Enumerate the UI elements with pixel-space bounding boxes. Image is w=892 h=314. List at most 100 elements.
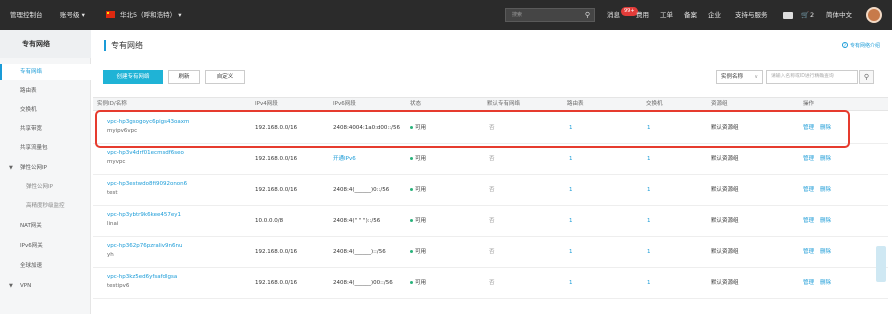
sidebar-item-vswitch[interactable]: 交换机 bbox=[0, 102, 91, 118]
vpc-id-link[interactable]: vpc-hp3kz5ed6yfsafdlgsa bbox=[107, 274, 177, 280]
column-header-default-vpc: 默认专有网络 bbox=[487, 101, 521, 107]
vswitch-count[interactable]: 1 bbox=[647, 249, 651, 256]
cart-icon[interactable]: 🛒 bbox=[801, 0, 809, 30]
customize-columns-button[interactable]: 自定义 bbox=[205, 70, 245, 84]
route-table-count[interactable]: 1 bbox=[569, 218, 573, 225]
vpc-id-link[interactable]: vpc-hp3estwdo8fi9092onon6 bbox=[107, 181, 187, 187]
table-row: vpc-hp3estwdo8fi9092onon6 test 192.168.0… bbox=[93, 175, 888, 206]
vpc-name: myvpc bbox=[107, 159, 126, 165]
search-icon[interactable]: ⚲ bbox=[859, 70, 874, 84]
vswitch-count[interactable]: 1 bbox=[647, 187, 651, 194]
billing-link[interactable]: 费用 bbox=[636, 0, 649, 30]
vswitch-count[interactable]: 1 bbox=[647, 156, 651, 163]
account-switcher[interactable]: 账号级 ▾ bbox=[60, 0, 85, 30]
sidebar-item-vpc[interactable]: 专有网络 bbox=[0, 64, 91, 80]
column-header-status: 状态 bbox=[410, 101, 422, 107]
avatar[interactable] bbox=[866, 7, 882, 23]
route-table-count[interactable]: 1 bbox=[569, 156, 573, 163]
console-home-link[interactable]: 管理控制台 bbox=[10, 0, 43, 30]
manage-link[interactable]: 管理 bbox=[803, 280, 814, 287]
global-search-input[interactable]: 搜索 ⚲ bbox=[505, 8, 595, 22]
column-header-vswitch: 交换机 bbox=[646, 101, 663, 107]
delete-link[interactable]: 删除 bbox=[820, 125, 831, 132]
status-badge: 可用 bbox=[410, 280, 426, 287]
status-badge: 可用 bbox=[410, 218, 426, 225]
sidebar-title: 专有网络 bbox=[0, 30, 91, 58]
manage-link[interactable]: 管理 bbox=[803, 187, 814, 194]
vpc-name: linai bbox=[107, 221, 119, 227]
status-badge: 可用 bbox=[410, 156, 426, 163]
table-row: vpc-hp3ybtr9k6kee457ey1 linai 10.0.0.0/8… bbox=[93, 206, 888, 237]
table-row: vpc-hp3gsogoyc6pigs43oaxm myipv6vpc 192.… bbox=[93, 113, 888, 144]
resource-group: 默认资源组 bbox=[711, 125, 739, 131]
sidebar-item-eip[interactable]: 弹性公网IP bbox=[0, 179, 91, 195]
help-link[interactable]: ? 专有网络介绍 bbox=[841, 42, 880, 49]
route-table-count[interactable]: 1 bbox=[569, 125, 573, 132]
vswitch-count[interactable]: 1 bbox=[647, 125, 651, 132]
sidebar-item-shared-bandwidth[interactable]: 共享带宽 bbox=[0, 121, 91, 137]
region-selector[interactable]: 华北5（呼和浩特） ▾ bbox=[120, 0, 181, 30]
column-header-actions: 操作 bbox=[803, 101, 815, 107]
ipv6-cidr: 2408:4(______)::/56 bbox=[333, 249, 386, 255]
sidebar-item-shared-traffic[interactable]: 共享流量包 bbox=[0, 140, 91, 156]
ipv4-cidr: 192.168.0.0/16 bbox=[255, 249, 298, 255]
default-vpc-value: 否 bbox=[489, 218, 495, 224]
manage-link[interactable]: 管理 bbox=[803, 156, 814, 163]
vpc-name: yh bbox=[107, 252, 114, 258]
main-content: 专有网络 ? 专有网络介绍 创建专有网络 刷新 自定义 实例名称 ∨ 请输入名称或I… bbox=[91, 30, 892, 314]
sidebar-item-ipv6-gateway[interactable]: IPv6网关 bbox=[0, 238, 91, 254]
delete-link[interactable]: 删除 bbox=[820, 187, 831, 194]
ipv6-cidr: 2408:4004:1a0:d00::/56 bbox=[333, 125, 400, 131]
sidebar-group-eip[interactable]: ▼ 弹性公网IP bbox=[0, 160, 91, 176]
delete-link[interactable]: 删除 bbox=[820, 218, 831, 225]
sidebar-item-monitoring[interactable]: 高精度秒级监控 bbox=[0, 198, 91, 214]
delete-link[interactable]: 删除 bbox=[820, 156, 831, 163]
delete-link[interactable]: 删除 bbox=[820, 280, 831, 287]
ipv6-cidr: 2408:4(______)0::/56 bbox=[333, 187, 390, 193]
route-table-count[interactable]: 1 bbox=[569, 280, 573, 287]
search-icon[interactable]: ⚲ bbox=[585, 9, 590, 21]
enterprise-link[interactable]: 企业 bbox=[708, 0, 721, 30]
language-switcher[interactable]: 简体中文 bbox=[826, 0, 852, 30]
ipv4-cidr: 192.168.0.0/16 bbox=[255, 187, 298, 193]
vswitch-count[interactable]: 1 bbox=[647, 280, 651, 287]
mail-icon[interactable] bbox=[783, 12, 793, 19]
vpc-id-link[interactable]: vpc-hp362p76pzraliv9n6nu bbox=[107, 243, 183, 249]
vpc-name: myipv6vpc bbox=[107, 128, 138, 134]
refresh-button[interactable]: 刷新 bbox=[168, 70, 200, 84]
vpc-id-link[interactable]: vpc-hp3ybtr9k6kee457ey1 bbox=[107, 212, 181, 218]
icp-filing-link[interactable]: 备案 bbox=[684, 0, 697, 30]
sidebar-item-route-table[interactable]: 路由表 bbox=[0, 83, 91, 99]
chevron-down-icon: ∨ bbox=[754, 74, 758, 80]
top-navigation-bar: 管理控制台 账号级 ▾ 华北5（呼和浩特） ▾ 搜索 ⚲ 消息 99+ 费用 工… bbox=[0, 0, 892, 30]
default-vpc-value: 否 bbox=[489, 187, 495, 193]
ipv4-cidr: 192.168.0.0/16 bbox=[255, 280, 298, 286]
china-flag-icon bbox=[106, 11, 115, 18]
resource-group: 默认资源组 bbox=[711, 218, 739, 224]
sidebar-item-nat[interactable]: NAT网关 bbox=[0, 218, 91, 234]
sidebar-group-vpn[interactable]: ▼ VPN bbox=[0, 278, 91, 294]
floating-help-tab[interactable] bbox=[876, 246, 886, 282]
create-vpc-button[interactable]: 创建专有网络 bbox=[103, 70, 163, 84]
support-link[interactable]: 支持与服务 bbox=[735, 0, 768, 30]
filter-search-input[interactable]: 请输入名称或ID进行精确查询 bbox=[766, 70, 858, 84]
cart-count: 2 bbox=[810, 11, 815, 19]
ticket-link[interactable]: 工单 bbox=[660, 0, 673, 30]
route-table-count[interactable]: 1 bbox=[569, 249, 573, 256]
sidebar-item-global-acceleration[interactable]: 全球加速 bbox=[0, 258, 91, 274]
filter-field-select[interactable]: 实例名称 ∨ bbox=[716, 70, 763, 84]
manage-link[interactable]: 管理 bbox=[803, 125, 814, 132]
ipv4-cidr: 192.168.0.0/16 bbox=[255, 125, 298, 131]
manage-link[interactable]: 管理 bbox=[803, 218, 814, 225]
delete-link[interactable]: 删除 bbox=[820, 249, 831, 256]
status-dot-icon bbox=[410, 219, 413, 222]
route-table-count[interactable]: 1 bbox=[569, 187, 573, 194]
manage-link[interactable]: 管理 bbox=[803, 249, 814, 256]
column-header-ipv4: IPv4网段 bbox=[255, 101, 278, 107]
vpc-id-link[interactable]: vpc-hp3gsogoyc6pigs43oaxm bbox=[107, 119, 189, 125]
enable-ipv6-link[interactable]: 开通IPv6 bbox=[333, 156, 356, 163]
vswitch-count[interactable]: 1 bbox=[647, 218, 651, 225]
messages-link[interactable]: 消息 bbox=[607, 0, 620, 30]
vpc-id-link[interactable]: vpc-hp3v4drf01ecmsdf6seo bbox=[107, 150, 184, 156]
status-badge: 可用 bbox=[410, 187, 426, 194]
